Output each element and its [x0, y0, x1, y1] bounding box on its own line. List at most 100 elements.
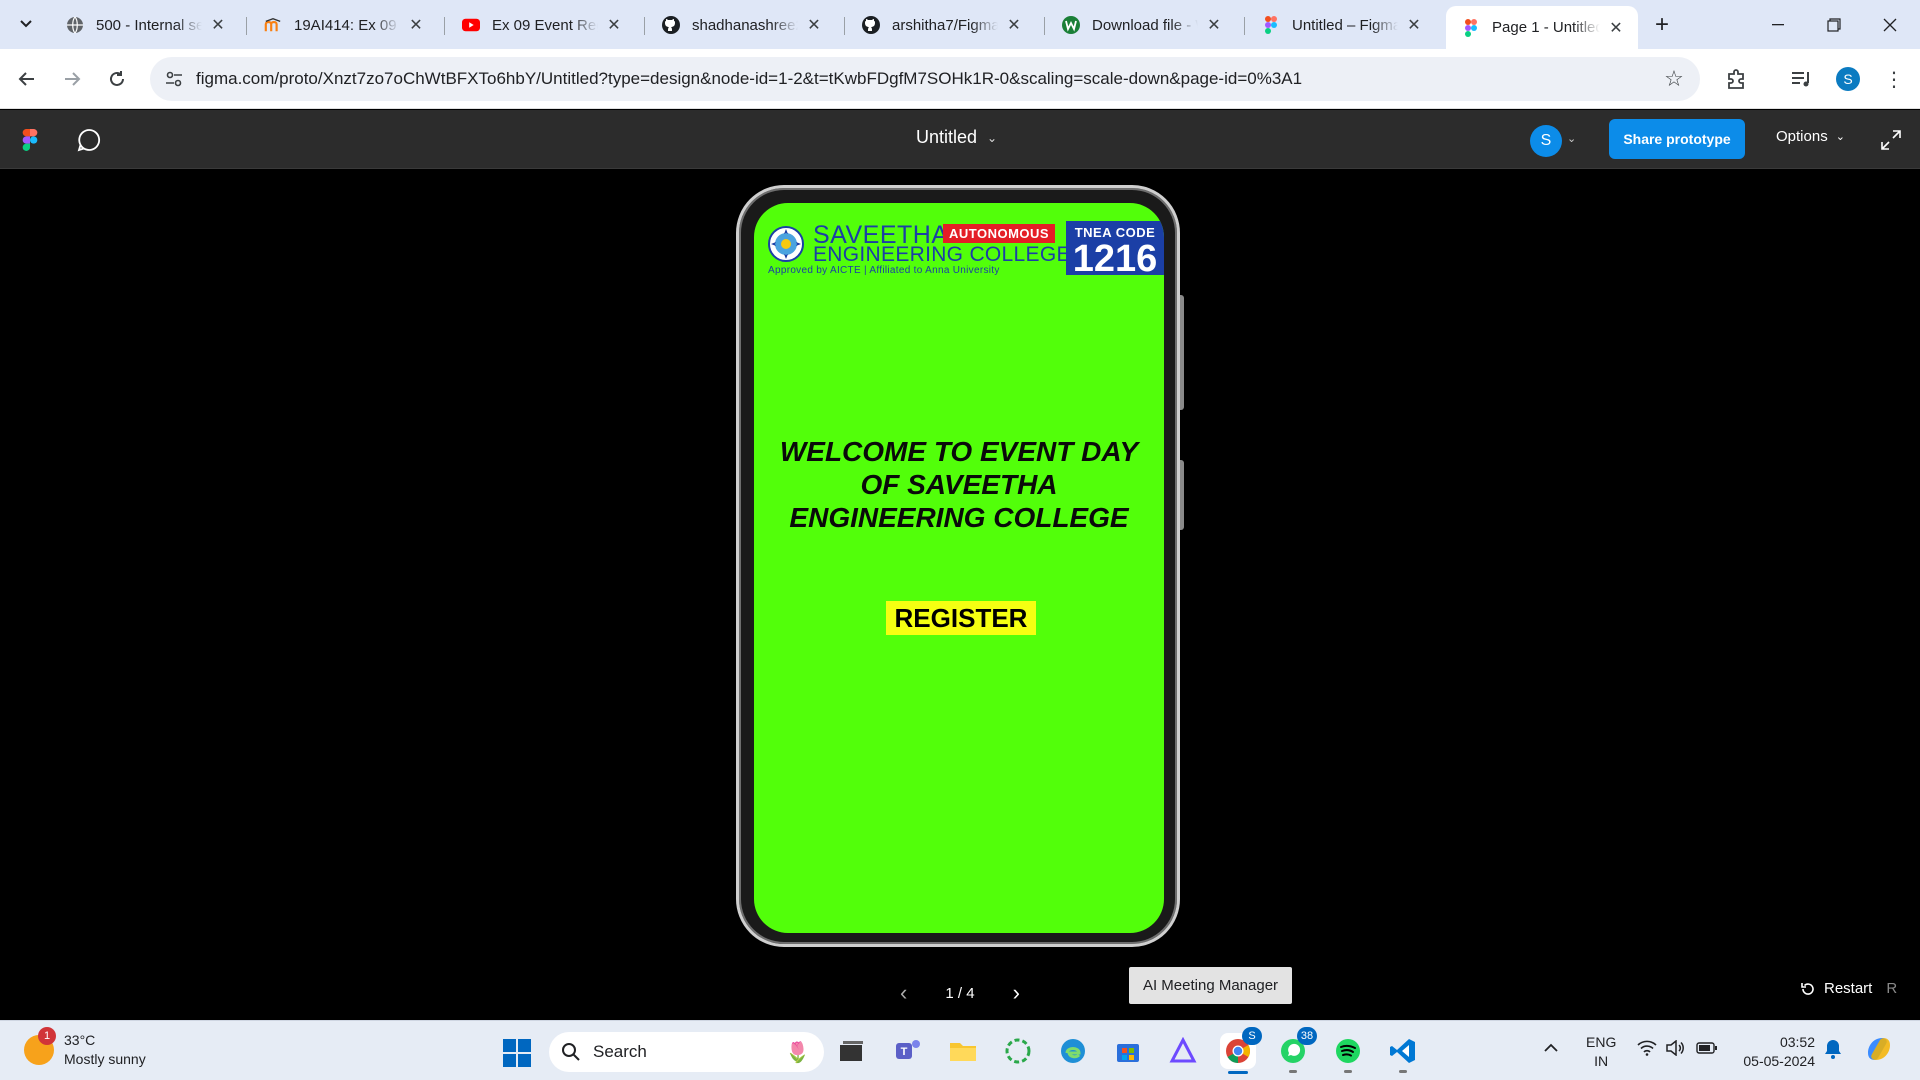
tab-close-icon[interactable]: ✕	[1606, 18, 1626, 38]
tab-title: 19AI414: Ex 09 - Event Registration	[294, 16, 400, 34]
next-frame-icon[interactable]: ›	[1013, 980, 1020, 1006]
comment-icon[interactable]	[76, 127, 102, 153]
site-settings-icon[interactable]	[154, 59, 194, 99]
tab-title: Page 1 - Untitled	[1492, 19, 1600, 36]
tab-close-icon[interactable]: ✕	[406, 15, 426, 35]
vscode-icon[interactable]	[1385, 1033, 1421, 1073]
language-indicator[interactable]: ENG IN	[1586, 1033, 1616, 1071]
new-tab-button[interactable]: +	[1648, 11, 1676, 39]
figma-icon	[1262, 16, 1280, 34]
clock-time: 03:52	[1779, 1034, 1815, 1050]
profile-avatar[interactable]: S	[1836, 67, 1860, 91]
browser-tab[interactable]: 19AI414: Ex 09 - Event Registration ✕	[248, 7, 438, 43]
w-icon	[1062, 16, 1080, 34]
user-avatar[interactable]: S	[1530, 125, 1562, 157]
spotify-icon[interactable]	[1330, 1033, 1366, 1073]
weather-widget[interactable]: 1 33°C Mostly sunny	[24, 1027, 146, 1069]
tab-title: Untitled – Figma	[1292, 16, 1398, 34]
sun-icon: 1	[24, 1027, 56, 1065]
copilot-icon[interactable]	[1864, 1035, 1894, 1066]
task-view-icon[interactable]	[834, 1033, 870, 1069]
frame-counter: 1 / 4	[945, 984, 975, 1002]
fullscreen-icon[interactable]	[1880, 129, 1902, 151]
teams-icon[interactable]: T	[890, 1033, 926, 1069]
browser-tab-active[interactable]: Page 1 - Untitled ✕	[1446, 6, 1638, 49]
media-control-icon[interactable]	[1786, 63, 1818, 95]
whatsapp-icon[interactable]: 38	[1275, 1027, 1317, 1073]
weather-temp: 33°C	[64, 1032, 96, 1048]
show-hidden-icons-chevron-icon[interactable]	[1544, 1039, 1558, 1055]
back-icon[interactable]	[11, 63, 43, 95]
battery-icon[interactable]	[1696, 1041, 1718, 1057]
wifi-icon[interactable]	[1637, 1040, 1657, 1059]
notification-badge: 1	[38, 1027, 56, 1045]
restore-icon[interactable]	[1806, 0, 1862, 49]
restart-label: Restart	[1824, 980, 1873, 997]
tab-title: Download file - W	[1092, 16, 1198, 34]
browser-tab[interactable]: Download file - W ✕	[1046, 7, 1236, 43]
system-clock[interactable]: 03:52 05-05-2024	[1735, 1033, 1815, 1071]
share-prototype-button[interactable]: Share prototype	[1609, 119, 1745, 159]
college-name-line2: ENGINEERING COLLEGE	[813, 243, 1071, 266]
svg-text:T: T	[901, 1046, 908, 1058]
document-title-text: Untitled	[916, 127, 978, 147]
tab-close-icon[interactable]: ✕	[804, 15, 824, 35]
document-title[interactable]: Untitled ⌄	[916, 127, 997, 148]
moodle-icon	[264, 16, 282, 34]
welcome-heading: WELCOME TO EVENT DAY OF SAVEETHA ENGINEE…	[779, 436, 1139, 533]
volume-icon[interactable]	[1665, 1039, 1685, 1059]
browser-toolbar: figma.com/proto/Xnzt7zo7oChWtBFXTo6hbY/U…	[0, 49, 1920, 109]
forward-icon[interactable]	[56, 63, 88, 95]
tab-close-icon[interactable]: ✕	[604, 15, 624, 35]
chrome-profile-badge: S	[1242, 1027, 1262, 1045]
store-icon[interactable]	[1110, 1033, 1146, 1069]
options-button[interactable]: Options ⌄	[1776, 128, 1845, 145]
tab-close-icon[interactable]: ✕	[1204, 15, 1224, 35]
search-placeholder: Search	[593, 1042, 647, 1061]
restart-button[interactable]: Restart R	[1800, 980, 1897, 997]
notification-bell-icon[interactable]	[1824, 1039, 1842, 1062]
figma-logo-icon[interactable]	[22, 129, 38, 151]
region-code: IN	[1594, 1053, 1609, 1069]
browser-tab[interactable]: shadhanashree2 ✕	[646, 7, 836, 43]
url-text: figma.com/proto/Xnzt7zo7oChWtBFXTo6hbY/U…	[196, 69, 1303, 88]
tnea-code: 1216	[1072, 238, 1158, 280]
proton-vpn-icon[interactable]	[1165, 1033, 1201, 1069]
file-explorer-icon[interactable]	[945, 1033, 981, 1069]
browser-tab[interactable]: Ex 09 Event Registration ✕	[446, 7, 636, 43]
browser-tab[interactable]: arshitha7/Figma ✕	[846, 7, 1036, 43]
edge-icon[interactable]	[1055, 1033, 1091, 1069]
windows-taskbar: 1 33°C Mostly sunny Search 🌷 T S 38 ENG …	[0, 1020, 1920, 1080]
close-window-icon[interactable]	[1862, 0, 1918, 49]
running-indicator	[1399, 1070, 1407, 1073]
minimize-icon[interactable]	[1750, 0, 1806, 49]
running-indicator	[1289, 1070, 1297, 1073]
search-icon	[562, 1043, 580, 1061]
whatsapp-unread-badge: 38	[1297, 1027, 1317, 1045]
figma-prototype-header: Untitled ⌄ S ⌄ Share prototype Options ⌄	[0, 110, 1920, 169]
figma-icon	[1462, 18, 1480, 37]
search-highlight-icon: 🌷	[785, 1041, 810, 1064]
chevron-down-icon[interactable]: ⌄	[1567, 132, 1576, 145]
tab-close-icon[interactable]: ✕	[1004, 15, 1024, 35]
tab-close-icon[interactable]: ✕	[1404, 15, 1424, 35]
app-ring-icon[interactable]	[1000, 1033, 1036, 1069]
browser-tab-strip: 500 - Internal server error ✕ 19AI414: E…	[0, 0, 1920, 49]
tab-title: Ex 09 Event Registration	[492, 16, 598, 34]
chrome-icon[interactable]: S	[1220, 1027, 1262, 1074]
windows-start-icon[interactable]	[502, 1038, 532, 1068]
tab-close-icon[interactable]: ✕	[208, 15, 228, 35]
bookmark-star-icon[interactable]: ☆	[1662, 66, 1686, 91]
reload-icon[interactable]	[101, 63, 133, 95]
address-bar[interactable]: figma.com/proto/Xnzt7zo7oChWtBFXTo6hbY/U…	[150, 57, 1700, 101]
register-button[interactable]: REGISTER	[886, 601, 1036, 635]
browser-tab[interactable]: Untitled – Figma ✕	[1246, 7, 1436, 43]
phone-mockup: SAVEETHA AUTONOMOUS ENGINEERING COLLEGE …	[736, 185, 1180, 947]
tab-search-chevron-icon[interactable]	[12, 10, 40, 38]
browser-tab[interactable]: 500 - Internal server error ✕	[50, 7, 240, 43]
youtube-icon	[462, 16, 480, 34]
previous-frame-icon[interactable]: ‹	[900, 980, 907, 1006]
taskbar-search[interactable]: Search 🌷	[549, 1032, 824, 1072]
more-menu-icon[interactable]: ⋮	[1878, 63, 1910, 95]
extensions-icon[interactable]	[1720, 63, 1752, 95]
